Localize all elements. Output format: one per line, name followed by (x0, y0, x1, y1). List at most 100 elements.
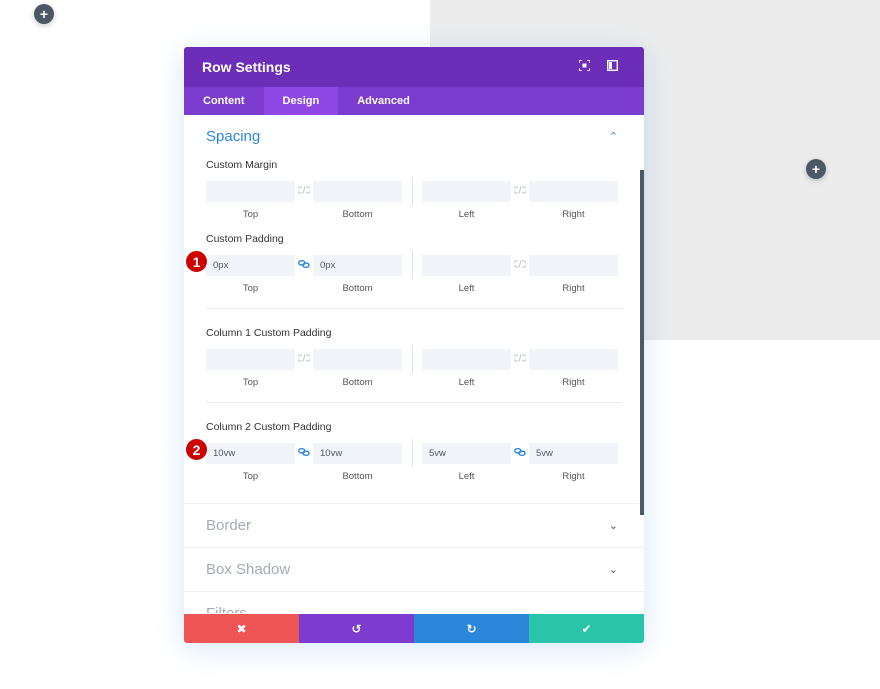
right-label: Right (562, 377, 585, 388)
top-input[interactable] (206, 348, 295, 370)
left-label: Left (458, 209, 475, 220)
link-icon[interactable] (295, 260, 313, 270)
section-filters[interactable]: Filters⌄ (184, 591, 644, 613)
right-input[interactable] (529, 442, 618, 464)
close-icon: ✖ (236, 621, 247, 636)
left-label: Left (458, 283, 475, 294)
link-icon[interactable] (511, 354, 529, 364)
plus-icon: + (39, 6, 49, 22)
link-icon[interactable] (511, 448, 529, 458)
modal-footer: ✖ ↺ ↻ ✔ (184, 614, 644, 643)
section-box-shadow[interactable]: Box Shadow ⌄ (184, 547, 644, 591)
scrollbar[interactable] (640, 170, 644, 515)
left-input[interactable] (422, 180, 511, 202)
split-view-icon[interactable] (598, 59, 626, 74)
left-input[interactable] (422, 442, 511, 464)
divider (412, 251, 413, 279)
fullscreen-icon[interactable] (570, 59, 598, 74)
chevron-down-icon: ⌄ (609, 607, 618, 613)
group-label: Custom Margin (206, 159, 278, 171)
right-label: Right (562, 283, 585, 294)
section-title: Filters (206, 605, 609, 613)
chevron-up-icon: ⌃ (608, 130, 618, 143)
add-module-button[interactable]: + (806, 159, 826, 179)
chevron-down-icon: ⌄ (608, 564, 618, 576)
spacing-group: Custom Margin Top Bottom Left Right (206, 157, 622, 221)
section-border[interactable]: Border ⌄ (184, 503, 644, 547)
section-title: Spacing (206, 127, 261, 145)
bottom-label: Bottom (342, 283, 373, 294)
left-input[interactable] (422, 348, 511, 370)
link-icon[interactable] (295, 354, 313, 364)
divider (412, 345, 413, 373)
modal-tabs: Content Design Advanced (184, 87, 644, 115)
spacing-fields: 2 (185, 438, 622, 467)
row-settings-modal: Row Settings Content Design Advanced Spa… (184, 47, 644, 643)
top-input[interactable] (206, 442, 295, 464)
spacing-section-header[interactable]: Spacing ⌃ (206, 115, 622, 157)
modal-header: Row Settings (184, 47, 644, 87)
top-label: Top (242, 283, 259, 294)
top-label: Top (242, 209, 259, 220)
modal-title: Row Settings (202, 59, 291, 75)
spacing-group: Column 1 Custom Padding Top Bottom Left … (206, 309, 622, 403)
bottom-label: Bottom (342, 471, 373, 482)
divider (412, 177, 413, 205)
left-label: Left (458, 471, 475, 482)
add-module-button[interactable]: + (34, 4, 54, 24)
spacing-fields (206, 345, 622, 373)
tab-design[interactable]: Design (263, 87, 339, 115)
cancel-button[interactable]: ✖ (184, 614, 299, 643)
plus-icon: + (811, 161, 821, 177)
save-button[interactable]: ✔ (529, 614, 644, 643)
group-label: Column 2 Custom Padding (206, 421, 332, 433)
divider (412, 439, 413, 467)
check-icon: ✔ (581, 621, 592, 636)
link-icon[interactable] (295, 448, 313, 458)
tab-content[interactable]: Content (184, 87, 264, 115)
spacing-group: Custom Padding 1 Top Bottom (185, 231, 622, 309)
bottom-input[interactable] (313, 348, 402, 370)
right-label: Right (562, 471, 585, 482)
spacing-group: Column 2 Custom Padding 2 Top Botto (185, 403, 622, 483)
top-label: Top (242, 377, 259, 388)
top-label: Top (242, 471, 259, 482)
right-input[interactable] (529, 254, 618, 276)
bottom-label: Bottom (342, 209, 373, 220)
modal-body: Spacing ⌃ Custom Margin Top Bottom Left … (184, 115, 644, 613)
group-label: Custom Padding (206, 233, 284, 245)
step-badge: 1 (185, 250, 208, 273)
spacing-section: Spacing ⌃ Custom Margin Top Bottom Left … (184, 115, 644, 503)
field-labels: Top Bottom Left Right (206, 209, 622, 221)
bottom-input[interactable] (313, 254, 402, 276)
spacing-fields: 1 (185, 250, 622, 279)
group-label: Column 1 Custom Padding (206, 327, 332, 339)
builder-canvas: + + Row Settings Content Design Advanced… (0, 0, 880, 689)
tab-advanced[interactable]: Advanced (338, 87, 429, 115)
undo-icon: ↺ (351, 621, 362, 636)
spacing-fields (206, 177, 622, 205)
field-labels: Top Bottom Left Right (206, 377, 622, 389)
bottom-label: Bottom (342, 377, 373, 388)
section-title: Border (206, 517, 252, 534)
top-input[interactable] (206, 254, 295, 276)
undo-button[interactable]: ↺ (299, 614, 414, 643)
top-input[interactable] (206, 180, 295, 202)
step-badge: 2 (185, 438, 208, 461)
left-input[interactable] (422, 254, 511, 276)
field-labels: Top Bottom Left Right (206, 283, 622, 295)
chevron-down-icon: ⌄ (608, 520, 618, 532)
right-input[interactable] (529, 180, 618, 202)
link-icon[interactable] (511, 186, 529, 196)
link-icon[interactable] (511, 260, 529, 270)
field-labels: Top Bottom Left Right (206, 471, 622, 483)
left-label: Left (458, 377, 475, 388)
redo-icon: ↻ (466, 621, 477, 636)
redo-button[interactable]: ↻ (414, 614, 529, 643)
right-label: Right (562, 209, 585, 220)
bottom-input[interactable] (313, 442, 402, 464)
link-icon[interactable] (295, 186, 313, 196)
right-input[interactable] (529, 348, 618, 370)
section-title: Box Shadow (206, 561, 291, 578)
bottom-input[interactable] (313, 180, 402, 202)
